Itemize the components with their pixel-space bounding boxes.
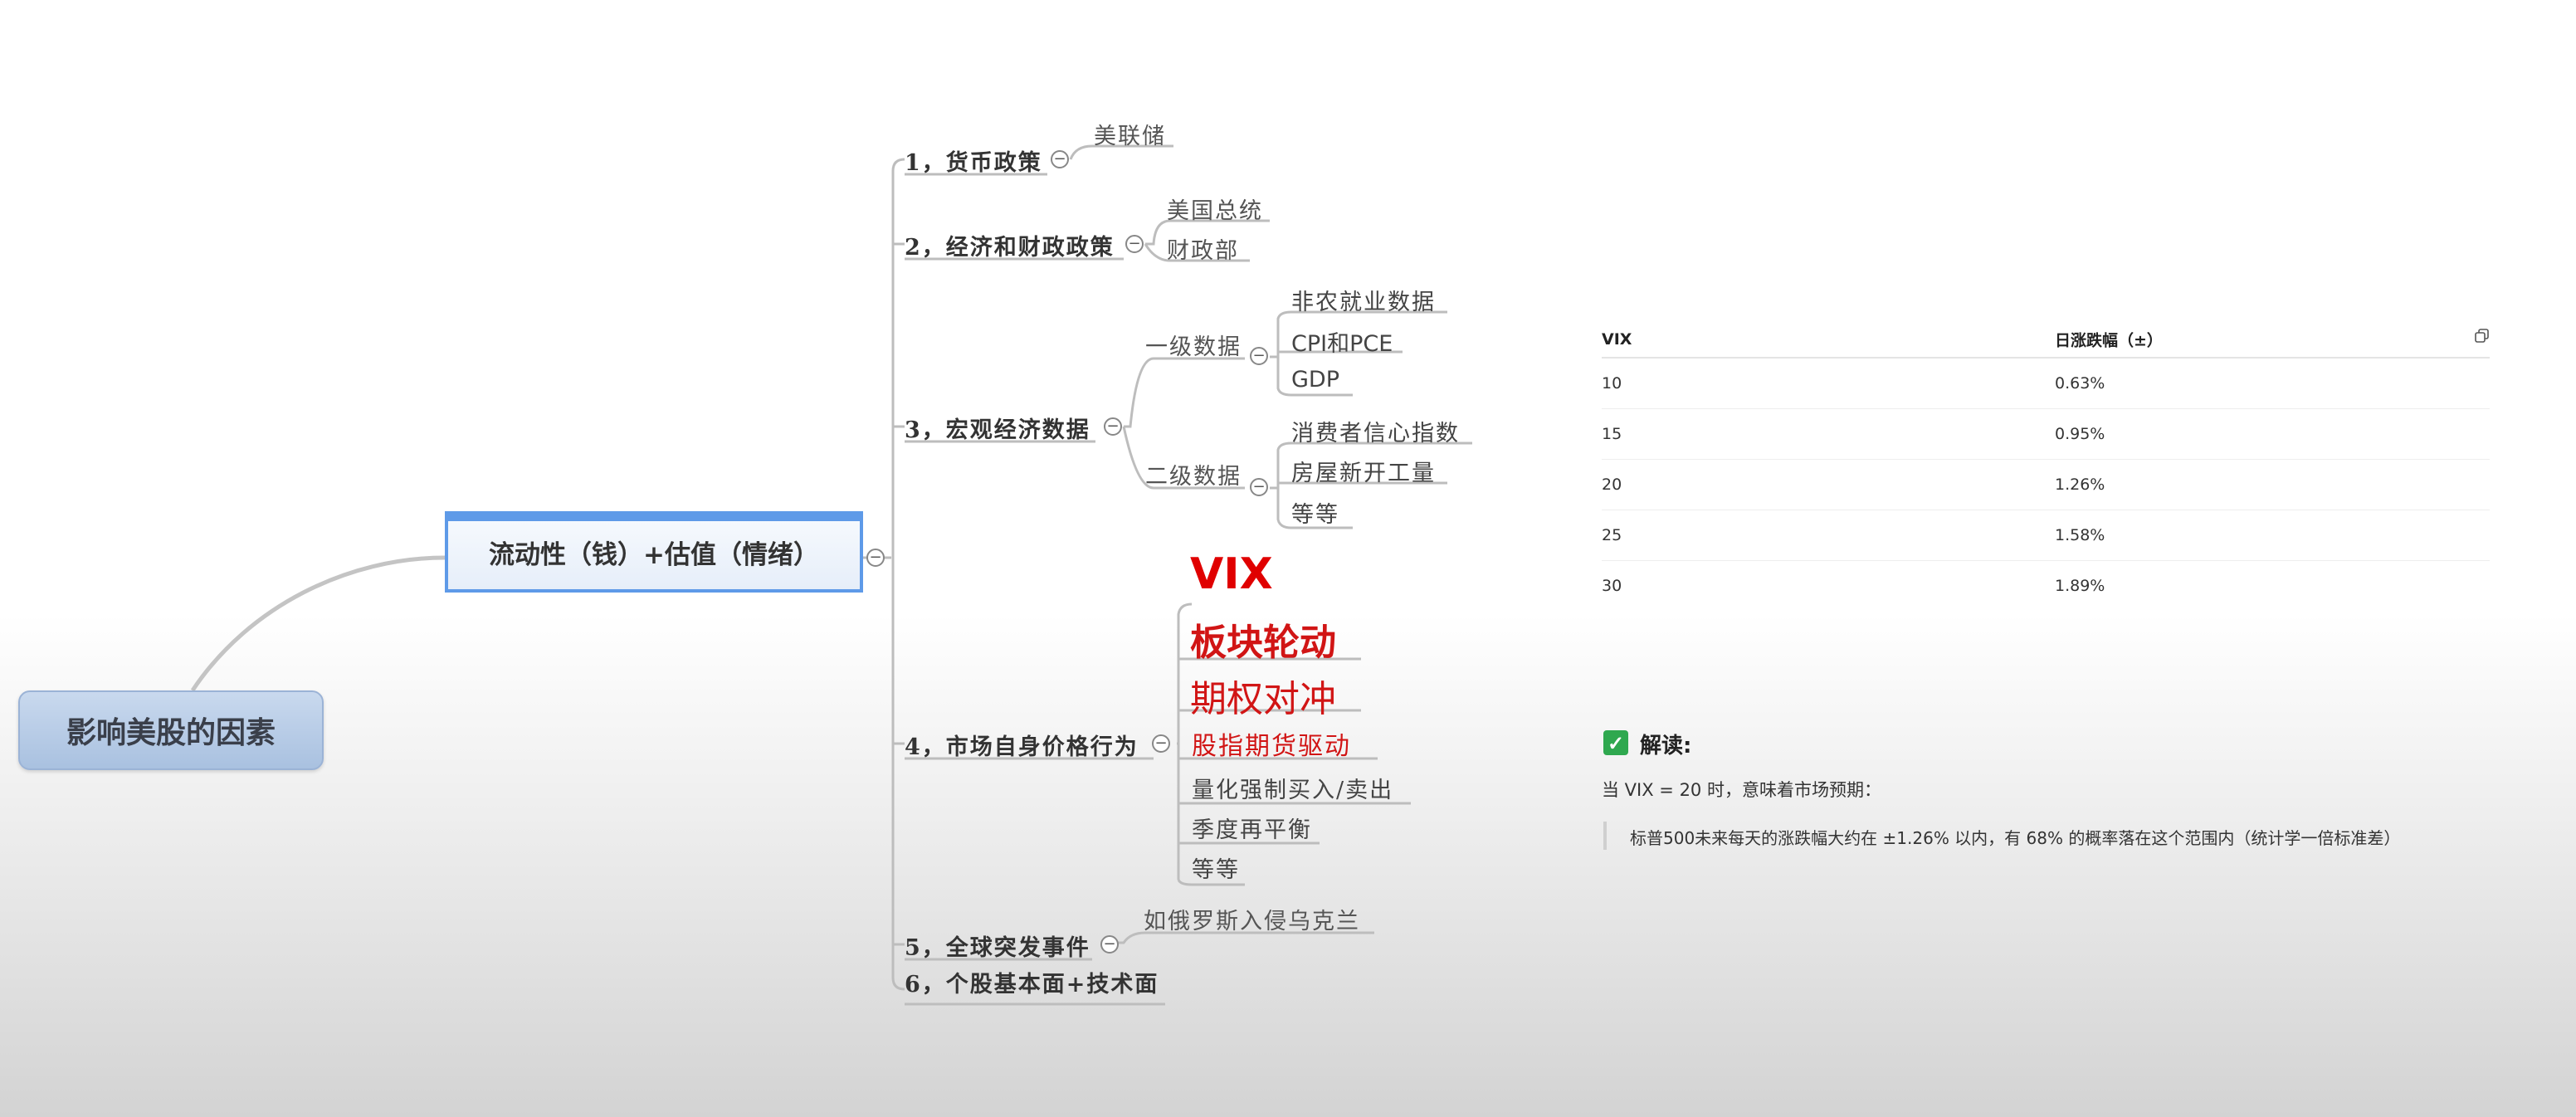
topic-us-president[interactable]: 美国总统 bbox=[1167, 193, 1263, 225]
table-header-vix: VIX bbox=[1602, 330, 1632, 349]
topic-fed[interactable]: 美联储 bbox=[1094, 118, 1166, 150]
collapse-icon[interactable]: − bbox=[1051, 150, 1069, 168]
topic-secondary-data[interactable]: 二级数据 bbox=[1145, 458, 1242, 490]
collapse-icon[interactable]: − bbox=[1104, 417, 1122, 436]
topic-treasury[interactable]: 财政部 bbox=[1167, 232, 1239, 265]
table-cell-change: 1.89% bbox=[2055, 577, 2105, 595]
topic-cpi-pce[interactable]: CPI和PCE bbox=[1291, 325, 1393, 358]
table-header-row: VIX 日涨跌幅（±） bbox=[1602, 322, 2490, 359]
root-node[interactable]: 影响美股的因素 bbox=[18, 690, 324, 770]
copy-icon[interactable] bbox=[2475, 329, 2490, 344]
table-cell-vix: 30 bbox=[1602, 577, 1622, 595]
collapse-icon[interactable]: − bbox=[1250, 478, 1268, 496]
table-row: 25 1.58% bbox=[1602, 510, 2490, 561]
central-topic-node[interactable]: 流动性（钱）+估值（情绪） bbox=[445, 511, 863, 593]
topic-nonfarm-payrolls[interactable]: 非农就业数据 bbox=[1291, 284, 1436, 316]
topic-quant-forced-trading[interactable]: 量化强制买入/卖出 bbox=[1192, 772, 1393, 804]
check-icon: ✓ bbox=[1603, 730, 1628, 755]
topic-quarterly-rebalance[interactable]: 季度再平衡 bbox=[1192, 812, 1312, 844]
branch-macro-data[interactable]: 3，宏观经济数据 bbox=[905, 412, 1090, 444]
topic-consumer-confidence[interactable]: 消费者信心指数 bbox=[1291, 415, 1460, 447]
central-topic-label: 流动性（钱）+估值（情绪） bbox=[489, 539, 819, 570]
quote-bar bbox=[1603, 822, 1607, 850]
interpretation-text: 当 VIX = 20 时，意味着市场预期： bbox=[1602, 780, 1881, 800]
topic-index-futures[interactable]: 股指期货驱动 bbox=[1192, 725, 1351, 762]
table-cell-vix: 10 bbox=[1602, 374, 1622, 393]
root-node-label: 影响美股的因素 bbox=[66, 715, 276, 750]
collapse-icon[interactable]: − bbox=[1250, 347, 1268, 365]
collapse-icon[interactable]: − bbox=[1100, 935, 1119, 954]
branch-market-price-action[interactable]: 4，市场自身价格行为 bbox=[905, 729, 1139, 761]
topic-sector-rotation[interactable]: 板块轮动 bbox=[1190, 612, 1336, 666]
topic-gdp[interactable]: GDP bbox=[1291, 367, 1339, 393]
table-row: 10 0.63% bbox=[1602, 359, 2490, 409]
topic-etc[interactable]: 等等 bbox=[1192, 851, 1240, 884]
table-cell-change: 0.63% bbox=[2055, 374, 2105, 393]
collapse-icon[interactable]: − bbox=[1152, 734, 1170, 753]
table-cell-vix: 15 bbox=[1602, 425, 1622, 443]
table-cell-change: 1.58% bbox=[2055, 526, 2105, 544]
collapse-icon[interactable]: − bbox=[866, 549, 885, 567]
table-row: 20 1.26% bbox=[1602, 460, 2490, 510]
topic-primary-data[interactable]: 一级数据 bbox=[1145, 329, 1242, 361]
table-cell-vix: 25 bbox=[1602, 526, 1622, 544]
branch-fundamentals-technicals[interactable]: 6，个股基本面+技术面 bbox=[905, 966, 1159, 998]
collapse-icon[interactable]: − bbox=[1125, 235, 1144, 253]
central-topic-selection-bar bbox=[448, 515, 860, 521]
topic-options-hedging[interactable]: 期权对冲 bbox=[1190, 669, 1336, 722]
table-cell-vix: 20 bbox=[1602, 476, 1622, 494]
table-row: 30 1.89% bbox=[1602, 561, 2490, 611]
vix-table: VIX 日涨跌幅（±） 10 0.63% 15 0.95% 20 1.26% 2… bbox=[1602, 322, 2490, 611]
interpretation-quote: 标普500未来每天的涨跌幅大约在 ±1.26% 以内，有 68% 的概率落在这个… bbox=[1630, 828, 2401, 848]
branch-monetary-policy[interactable]: 1，货币政策 bbox=[905, 144, 1042, 177]
table-row: 15 0.95% bbox=[1602, 409, 2490, 460]
topic-etc[interactable]: 等等 bbox=[1291, 496, 1339, 529]
table-cell-change: 0.95% bbox=[2055, 425, 2105, 443]
interpretation-title: 解读: bbox=[1640, 734, 1692, 758]
branch-global-events[interactable]: 5，全球突发事件 bbox=[905, 929, 1090, 962]
table-cell-change: 1.26% bbox=[2055, 476, 2105, 494]
table-header-daily-change: 日涨跌幅（±） bbox=[2055, 331, 2163, 350]
topic-housing-starts[interactable]: 房屋新开工量 bbox=[1291, 455, 1436, 487]
annotation-vix: VIX bbox=[1190, 549, 1273, 599]
topic-russia-ukraine[interactable]: 如俄罗斯入侵乌克兰 bbox=[1144, 903, 1360, 935]
branch-fiscal-policy[interactable]: 2，经济和财政政策 bbox=[905, 229, 1115, 261]
